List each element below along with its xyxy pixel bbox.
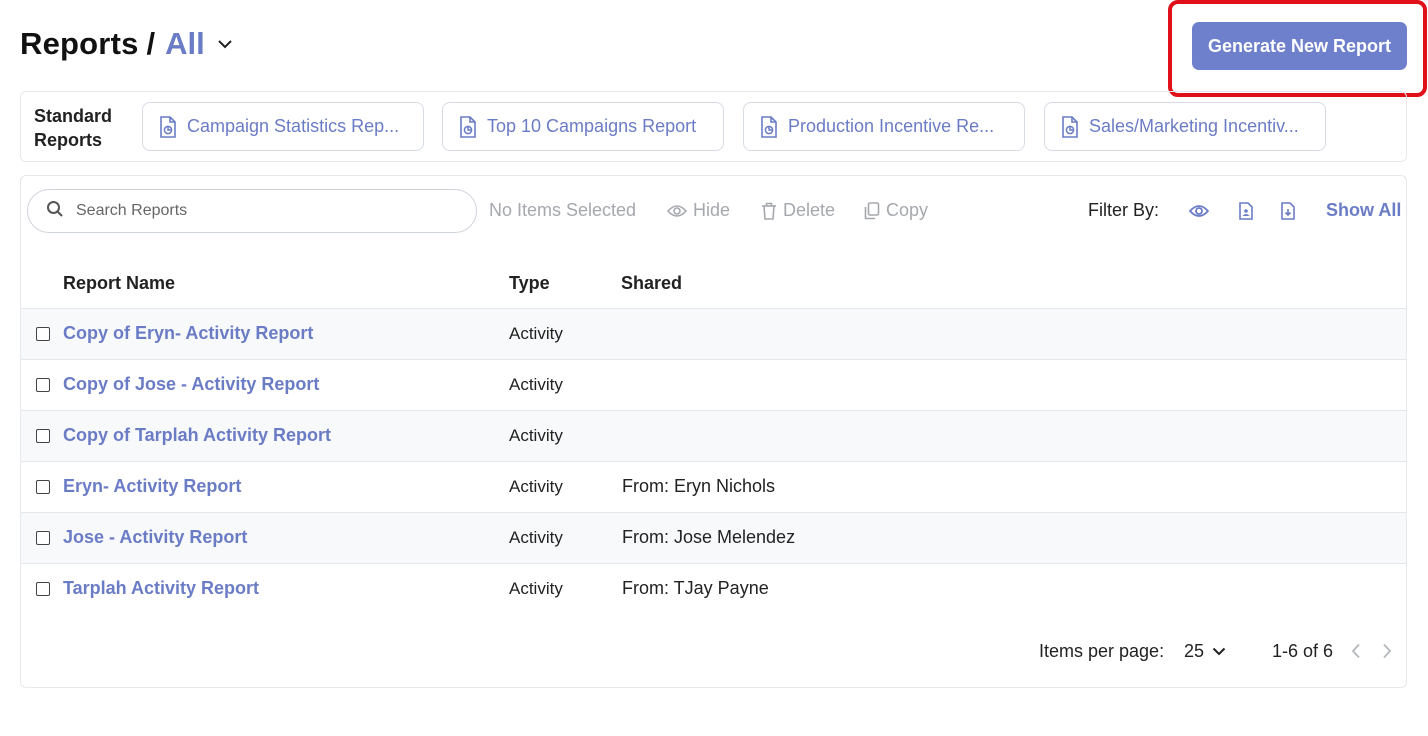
row-checkbox[interactable] <box>36 582 50 596</box>
standard-report-label: Top 10 Campaigns Report <box>487 116 697 136</box>
report-type: Activity <box>509 426 563 445</box>
row-checkbox[interactable] <box>36 531 50 545</box>
column-header-shared[interactable]: Shared <box>621 273 682 294</box>
doc-download-icon[interactable] <box>1281 202 1295 220</box>
report-name-link[interactable]: Copy of Tarplah Activity Report <box>63 425 331 446</box>
reports-table-panel: No Items Selected Hide Delete Copy Filte… <box>20 175 1407 688</box>
report-name-link[interactable]: Jose - Activity Report <box>63 527 247 548</box>
table-row: Copy of Jose - Activity Report Activity <box>21 359 1406 410</box>
hide-button[interactable]: Hide <box>667 200 730 221</box>
doc-person-icon[interactable] <box>1239 202 1253 220</box>
report-doc-icon <box>459 115 477 138</box>
items-per-page-label: Items per page: <box>1039 641 1165 661</box>
report-name-link[interactable]: Tarplah Activity Report <box>63 578 259 599</box>
standard-report-label: Sales/Marketing Incentiv... <box>1089 116 1299 136</box>
row-checkbox[interactable] <box>36 378 50 392</box>
column-header-report-name[interactable]: Report Name <box>63 273 175 294</box>
standard-reports-panel: Standard Reports Campaign Statistics Rep… <box>20 91 1407 162</box>
filter-by-label: Filter By: <box>1088 200 1160 220</box>
standard-report-campaign-statistics[interactable]: Campaign Statistics Rep... <box>142 102 424 151</box>
report-name-link[interactable]: Copy of Eryn- Activity Report <box>63 323 313 344</box>
row-checkbox[interactable] <box>36 429 50 443</box>
trash-icon <box>761 202 783 220</box>
chevron-down-icon[interactable] <box>217 39 233 49</box>
report-type: Activity <box>509 375 563 394</box>
standard-report-label: Production Incentive Re... <box>788 116 995 136</box>
delete-button[interactable]: Delete <box>761 200 835 221</box>
copy-button[interactable]: Copy <box>864 200 928 221</box>
report-shared: From: Eryn Nichols <box>622 476 776 496</box>
report-type: Activity <box>509 528 563 547</box>
report-shared: From: TJay Payne <box>622 578 769 598</box>
title-separator: / <box>146 26 156 61</box>
table-row: Jose - Activity Report Activity From: Jo… <box>21 512 1406 563</box>
report-type: Activity <box>509 579 563 598</box>
report-doc-icon <box>760 115 778 138</box>
report-type: Activity <box>509 324 563 343</box>
table-row: Tarplah Activity Report Activity From: T… <box>21 563 1406 614</box>
eye-icon[interactable] <box>1189 204 1209 218</box>
show-all-filter[interactable]: Show All <box>1326 200 1401 221</box>
chevron-down-icon <box>1204 647 1226 656</box>
row-checkbox[interactable] <box>36 480 50 494</box>
row-checkbox[interactable] <box>36 327 50 341</box>
chevron-right-icon[interactable] <box>1382 643 1392 659</box>
copy-icon <box>864 201 886 220</box>
report-shared: From: Jose Melendez <box>622 527 796 547</box>
standard-reports-label: Standard Reports <box>34 106 113 150</box>
table-row: Eryn- Activity Report Activity From: Ery… <box>21 461 1406 512</box>
chevron-left-icon[interactable] <box>1351 643 1361 659</box>
search-input[interactable] <box>76 202 456 220</box>
page-title: Reports <box>20 26 139 61</box>
eye-icon <box>667 204 693 218</box>
report-type: Activity <box>509 477 563 496</box>
report-doc-icon <box>159 115 177 138</box>
report-doc-icon <box>1061 115 1079 138</box>
standard-report-production-incentive[interactable]: Production Incentive Re... <box>743 102 1025 151</box>
standard-report-sales-marketing-incentive[interactable]: Sales/Marketing Incentiv... <box>1044 102 1326 151</box>
page-header: Reports / All <box>20 24 233 64</box>
generate-new-report-button[interactable]: Generate New Report <box>1192 22 1407 70</box>
table-row: Copy of Tarplah Activity Report Activity <box>21 410 1406 461</box>
search-icon <box>46 200 64 223</box>
standard-report-top-10-campaigns[interactable]: Top 10 Campaigns Report <box>442 102 724 151</box>
report-name-link[interactable]: Copy of Jose - Activity Report <box>63 374 319 395</box>
report-scope-selector[interactable]: All <box>165 26 205 62</box>
standard-report-label: Campaign Statistics Rep... <box>187 116 400 136</box>
pagination-range: 1-6 of 6 <box>1272 641 1334 661</box>
search-box <box>27 189 477 233</box>
reports-table-body: Copy of Eryn- Activity Report Activity C… <box>21 308 1406 614</box>
items-per-page-select[interactable]: 25 <box>1184 641 1226 662</box>
table-row: Copy of Eryn- Activity Report Activity <box>21 308 1406 359</box>
report-name-link[interactable]: Eryn- Activity Report <box>63 476 241 497</box>
column-header-type[interactable]: Type <box>509 273 550 294</box>
selection-status: No Items Selected <box>489 200 637 220</box>
